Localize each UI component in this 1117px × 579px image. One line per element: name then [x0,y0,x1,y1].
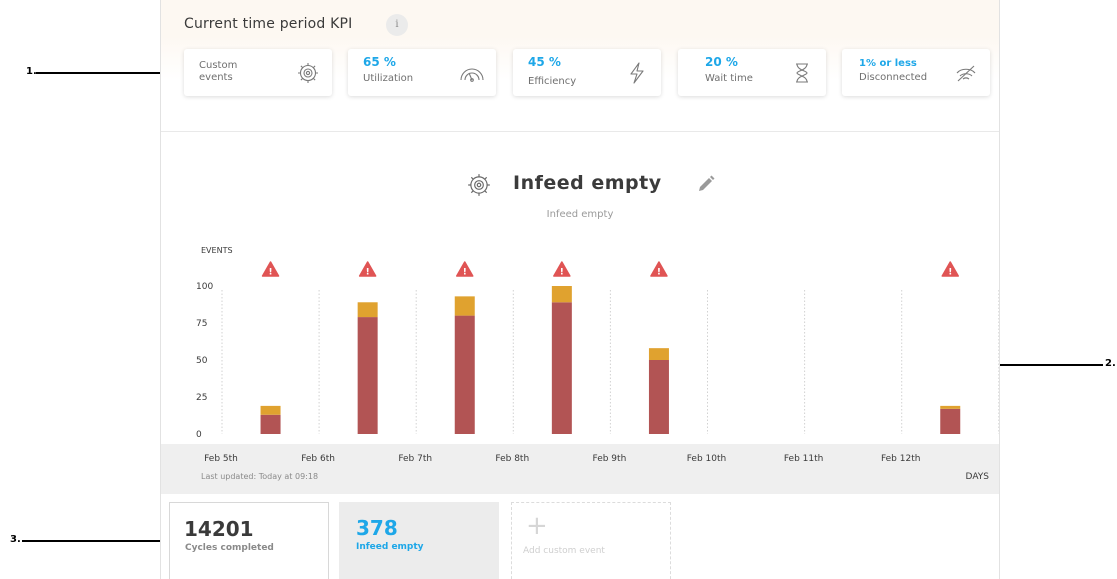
kpi-card-label: Wait time [705,73,753,84]
pencil-icon[interactable] [696,174,716,194]
speedometer-icon [460,68,484,82]
bar-segment [940,405,961,409]
infeed-empty-label: Infeed empty [356,542,424,552]
x-tick-label: Feb 7th [398,454,432,464]
cycles-completed-card[interactable]: 14201 Cycles completed [169,502,329,579]
kpi-card-wait-time[interactable]: 20 % Wait time [678,49,826,96]
bar-segment [551,286,572,303]
event-subtitle: Infeed empty [546,209,614,220]
x-tick-label: Feb 9th [593,454,627,464]
bar-segment [648,360,669,434]
bar-segment [260,405,281,415]
y-tick-label: 75 [196,319,207,329]
disconnected-icon [956,65,976,82]
y-tick-label: 100 [196,282,213,292]
bar-segment [648,348,669,360]
x-tick-label: Feb 10th [687,454,726,464]
lightning-icon [630,62,644,84]
events-bar-chart: EVENTS 100 75 50 25 0! Feb 5th! Feb 6th! Feb 7th… [196,246,999,464]
bar-segment [454,315,475,434]
screenshot-root: 1. 2. 3. Current time period KPI i Custo… [0,0,1117,579]
infeed-empty-value: 378 [356,516,398,540]
gear-icon [298,63,318,83]
kpi-card-label-line2: events [199,72,233,83]
add-custom-event-card[interactable]: + Add custom event [511,502,671,579]
kpi-card-custom-events[interactable]: Custom events [184,49,332,96]
callout-3-number: 3. [10,534,21,545]
warning-icon-mark: ! [560,268,564,278]
kpi-card-disconnected[interactable]: 1% or less Disconnected [842,49,990,96]
kpi-card-value: 65 % [363,55,396,69]
x-tick-label: Feb 5th [204,454,238,464]
y-tick-label: 25 [196,393,207,403]
y-tick-label: 50 [196,356,208,366]
bar-segment [551,302,572,434]
kpi-card-utilization[interactable]: 65 % Utilization [348,49,496,96]
x-tick-label: Feb 8th [495,454,529,464]
kpi-card-value: 45 % [528,55,561,69]
callout-3-line [22,540,168,542]
warning-icon-mark: ! [948,268,952,278]
warning-icon-mark: ! [657,268,661,278]
bar-segment [940,408,961,434]
warning-icon-mark: ! [268,268,272,278]
kpi-card-label: Efficiency [528,76,577,87]
x-tick-label: Feb 12th [881,454,920,464]
x-tick-label: Feb 11th [784,454,823,464]
bar-segment [454,296,475,316]
cycles-completed-value: 14201 [184,517,254,541]
callout-2-number: 2. [1105,358,1116,369]
warning-icon-mark: ! [366,268,370,278]
warning-icon-mark: ! [463,268,467,278]
kpi-card-value: 20 % [705,55,738,69]
bar-segment [260,414,281,434]
y-axis-label: EVENTS [201,246,233,255]
kpi-card-label: Utilization [363,73,414,84]
dashboard-panel: Current time period KPI i Custom events [160,0,1000,579]
x-tick-label: Feb 6th [301,454,335,464]
bar-segment [357,302,378,318]
kpi-card-efficiency[interactable]: 45 % Efficiency [513,49,661,96]
kpi-card-label-line1: Custom [199,60,238,71]
kpi-card-label: Custom events [199,60,237,84]
gear-icon [468,174,490,196]
kpi-section: Current time period KPI i Custom events [161,0,999,132]
bar-segment [357,317,378,434]
hourglass-icon [796,63,808,83]
kpi-title: Current time period KPI [184,16,353,32]
infeed-empty-card[interactable]: 378 Infeed empty [339,502,499,579]
info-icon[interactable]: i [386,14,408,36]
cycles-completed-label: Cycles completed [185,543,274,553]
event-title: Infeed empty [513,172,662,194]
kpi-card-value: 1% or less [859,58,917,69]
y-tick-label: 0 [196,430,202,440]
plus-icon: + [526,511,548,541]
kpi-card-label: Disconnected [859,72,928,83]
add-custom-event-label: Add custom event [523,546,605,556]
